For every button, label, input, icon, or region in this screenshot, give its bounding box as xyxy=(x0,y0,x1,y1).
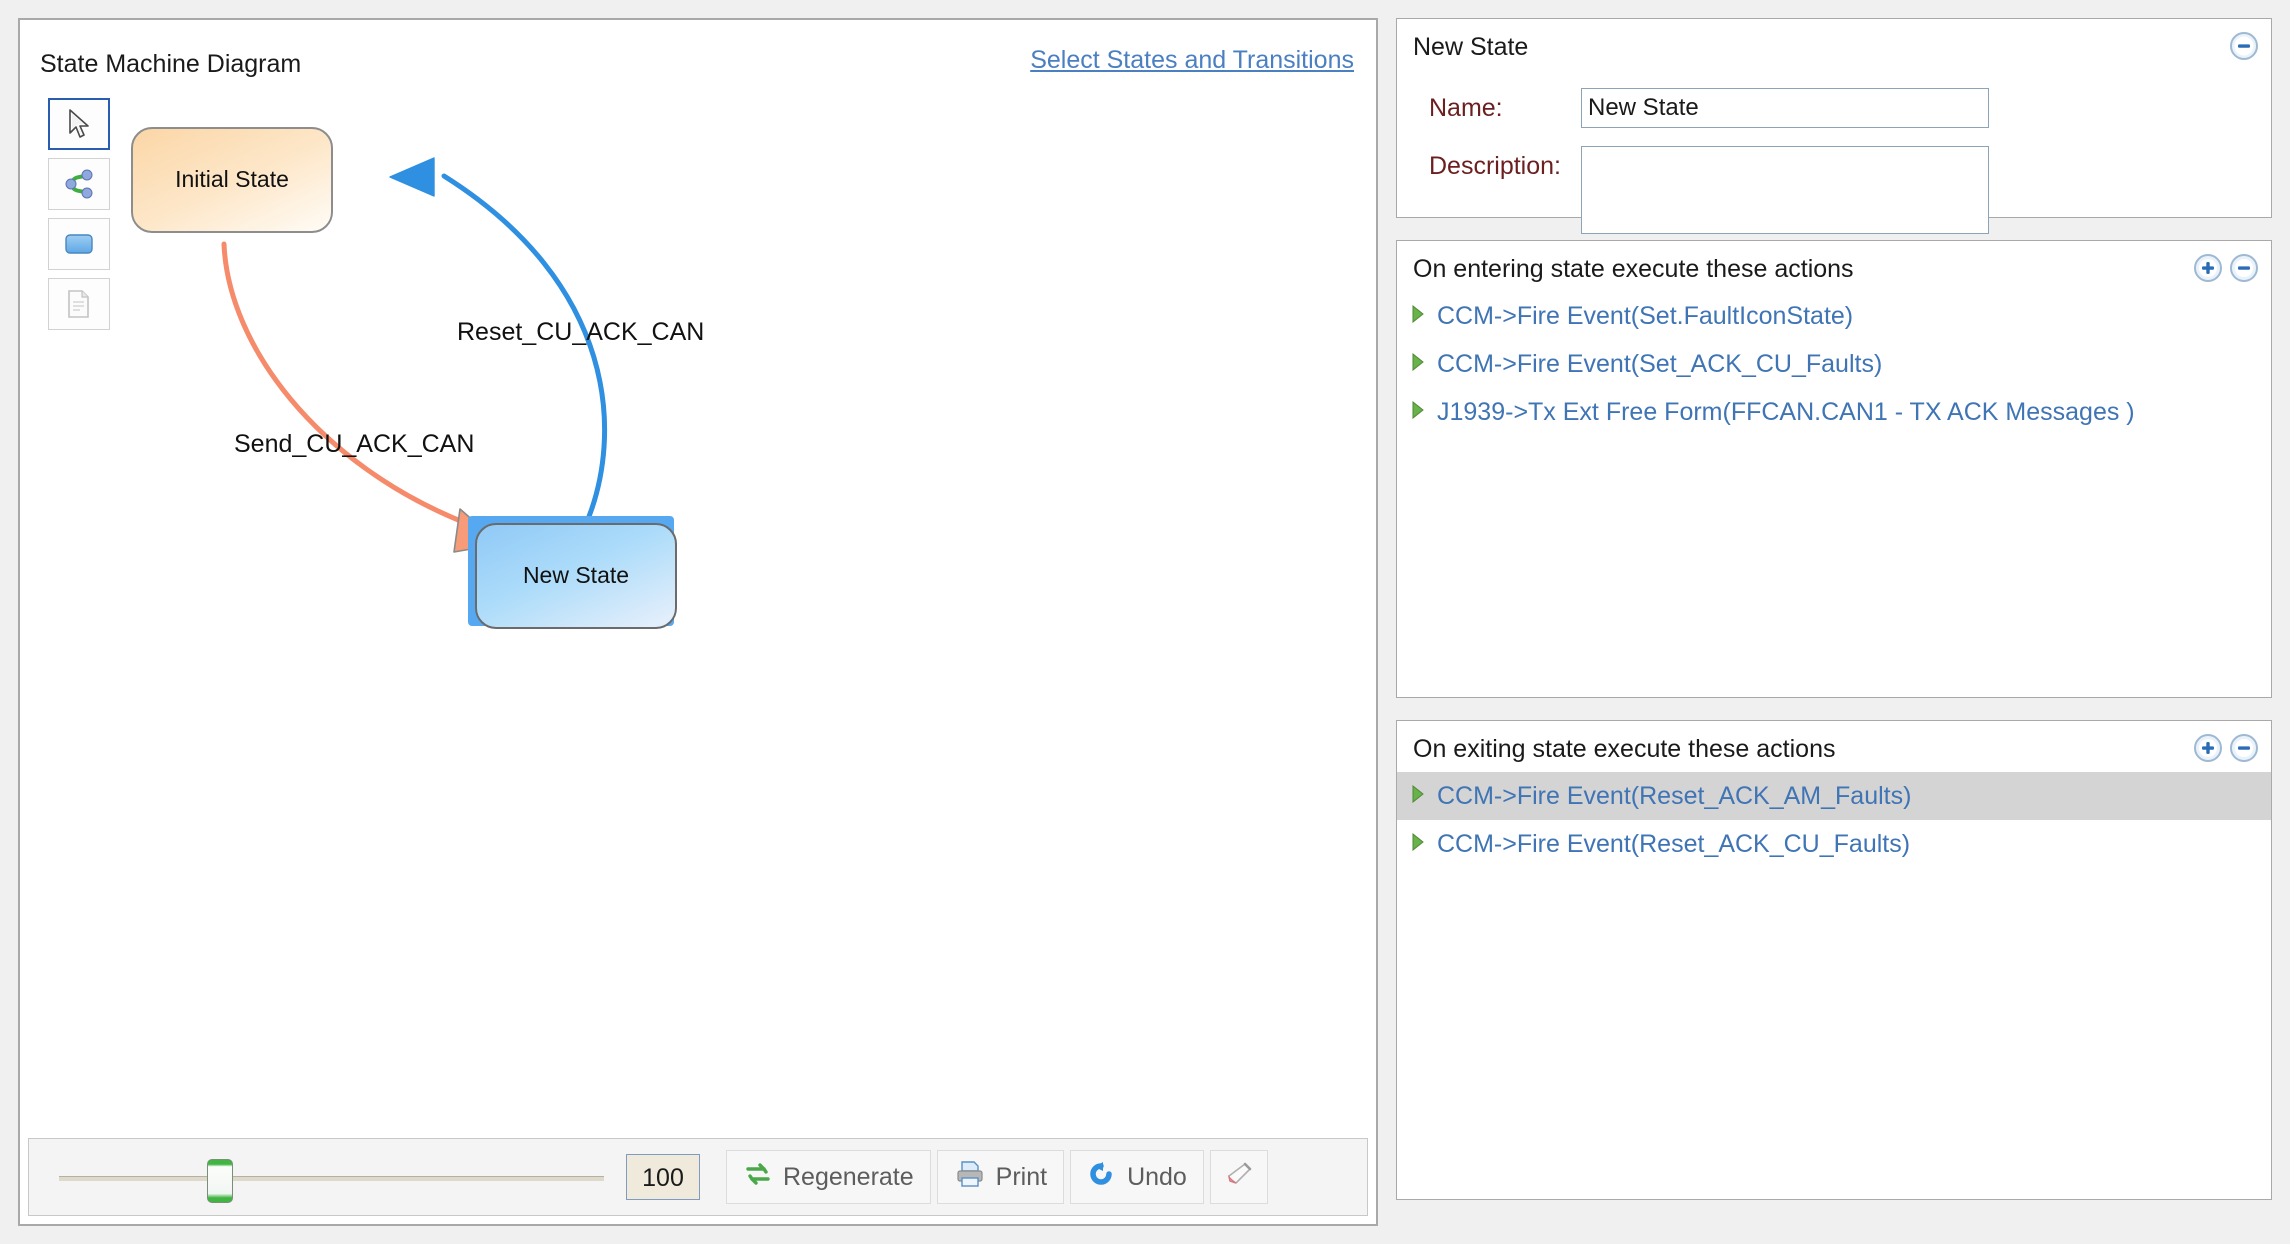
zoom-slider-track xyxy=(59,1176,604,1181)
on-exiting-panel-buttons xyxy=(2193,733,2259,763)
transition-node-icon xyxy=(63,168,95,200)
transition-path-reset xyxy=(441,173,608,527)
diagram-panel: State Machine Diagram Select States and … xyxy=(18,18,1378,1226)
cursor-arrow-icon xyxy=(64,107,94,141)
state-box-icon xyxy=(63,231,95,257)
list-item[interactable]: CCM->Fire Event(Reset_ACK_AM_Faults) xyxy=(1397,772,2271,820)
note-page-icon xyxy=(65,288,93,320)
zoom-slider[interactable] xyxy=(59,1157,604,1203)
name-input[interactable] xyxy=(1581,88,1989,128)
undo-button[interactable]: Undo xyxy=(1070,1150,1204,1204)
zoom-slider-thumb[interactable] xyxy=(207,1159,233,1203)
minus-circle-icon[interactable] xyxy=(2229,31,2259,61)
zoom-value-field[interactable]: 100 xyxy=(626,1154,700,1200)
state-machine-editor: State Machine Diagram Select States and … xyxy=(0,0,2290,1244)
state-node-new-label: New State xyxy=(523,562,629,588)
state-node-initial: Initial State xyxy=(131,127,333,233)
minus-circle-icon[interactable] xyxy=(2229,733,2259,763)
action-label: CCM->Fire Event(Set.FaultIconState) xyxy=(1437,301,1854,330)
transition-label-send: Send_CU_ACK_CAN xyxy=(234,430,474,458)
regenerate-button[interactable]: Regenerate xyxy=(726,1150,931,1204)
list-item[interactable]: CCM->Fire Event(Reset_ACK_CU_Faults) xyxy=(1397,820,2271,868)
description-input[interactable] xyxy=(1581,146,1989,234)
printer-icon xyxy=(954,1159,986,1196)
play-triangle-icon xyxy=(1411,352,1437,376)
properties-column: New State Name: Description: xyxy=(1396,18,2272,1226)
state-properties-panel: New State Name: Description: xyxy=(1396,18,2272,234)
undo-icon xyxy=(1087,1159,1117,1196)
undo-label: Undo xyxy=(1127,1162,1187,1191)
page-title: State Machine Diagram xyxy=(40,50,302,78)
transition-arrowhead-reset xyxy=(389,157,435,197)
list-item[interactable]: CCM->Fire Event(Set.FaultIconState) xyxy=(1397,292,2271,340)
transition-path-send xyxy=(221,241,471,527)
on-exiting-title: On exiting state execute these actions xyxy=(1413,735,1836,763)
diagram-canvas[interactable]: Initial State New State Send_CU_ACK_CAN … xyxy=(116,84,1370,1132)
list-item[interactable]: J1939->Tx Ext Free Form(FFCAN.CAN1 - TX … xyxy=(1397,388,2271,436)
list-item[interactable]: CCM->Fire Event(Set_ACK_CU_Faults) xyxy=(1397,340,2271,388)
on-entering-actions-panel: On entering state execute these actions xyxy=(1396,240,2272,698)
state-tool-button[interactable] xyxy=(48,218,110,270)
on-exiting-actions-panel: On exiting state execute these actions C… xyxy=(1396,720,2272,1200)
state-node-new: New State xyxy=(468,516,677,629)
action-label: CCM->Fire Event(Reset_ACK_AM_Faults) xyxy=(1437,781,1912,810)
play-triangle-icon xyxy=(1411,304,1437,328)
plus-circle-icon[interactable] xyxy=(2193,733,2223,763)
play-triangle-icon xyxy=(1411,832,1437,856)
print-button[interactable]: Print xyxy=(936,1150,1065,1204)
state-node-initial-label: Initial State xyxy=(175,166,289,192)
note-tool-button[interactable] xyxy=(48,278,110,330)
description-label: Description: xyxy=(1429,152,1561,180)
eraser-icon xyxy=(1223,1159,1255,1196)
print-label: Print xyxy=(995,1162,1048,1191)
pointer-tool-button[interactable] xyxy=(48,98,110,150)
action-label: J1939->Tx Ext Free Form(FFCAN.CAN1 - TX … xyxy=(1437,397,2135,426)
state-properties-title: New State xyxy=(1413,33,1529,61)
play-triangle-icon xyxy=(1411,400,1437,424)
regenerate-label: Regenerate xyxy=(783,1162,914,1191)
on-exiting-action-list: CCM->Fire Event(Reset_ACK_AM_Faults) CCM… xyxy=(1397,772,2271,868)
plus-circle-icon[interactable] xyxy=(2193,253,2223,283)
on-entering-title: On entering state execute these actions xyxy=(1413,255,1854,283)
tool-palette xyxy=(48,98,110,338)
name-label: Name: xyxy=(1429,94,1503,122)
action-label: CCM->Fire Event(Set_ACK_CU_Faults) xyxy=(1437,349,1883,378)
transition-tool-button[interactable] xyxy=(48,158,110,210)
regenerate-icon xyxy=(743,1159,773,1196)
action-label: CCM->Fire Event(Reset_ACK_CU_Faults) xyxy=(1437,829,1911,858)
play-triangle-icon xyxy=(1411,784,1437,808)
transition-label-reset: Reset_CU_ACK_CAN xyxy=(457,318,704,346)
minus-circle-icon[interactable] xyxy=(2229,253,2259,283)
diagram-toolbar: 100 Regenerate Print Undo xyxy=(28,1138,1368,1216)
eraser-button[interactable] xyxy=(1209,1150,1268,1204)
on-entering-action-list: CCM->Fire Event(Set.FaultIconState) CCM-… xyxy=(1397,292,2271,436)
state-panel-buttons xyxy=(2229,31,2259,61)
on-entering-panel-buttons xyxy=(2193,253,2259,283)
select-states-and-transitions-link[interactable]: Select States and Transitions xyxy=(1030,46,1354,75)
